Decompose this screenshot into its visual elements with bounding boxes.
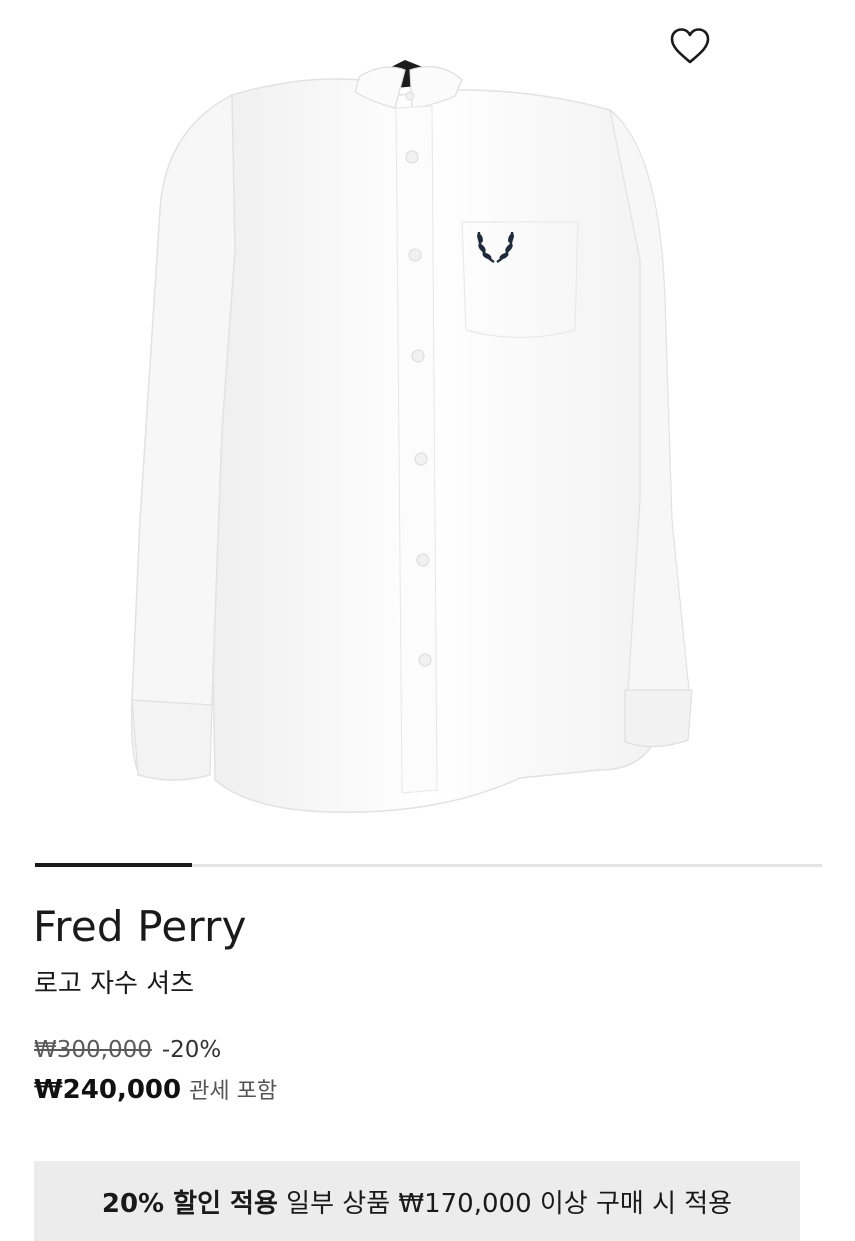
tax-included-note: 관세 포함 [189,1079,278,1104]
original-price: ₩300,000 [34,1037,152,1063]
product-image[interactable] [0,0,855,850]
sale-price-row: ₩240,000 관세 포함 [34,1073,277,1105]
image-carousel-progress [35,863,822,867]
carousel-progress-indicator [35,863,193,867]
sale-price: ₩240,000 [34,1075,182,1105]
discount-rate: -20% [161,1037,222,1063]
promo-detail: 일부 상품 ₩170,000 이상 구매 시 적용 [286,1189,733,1219]
promo-highlight: 20% 할인 적용 [101,1189,278,1219]
product-title: 로고 자수 셔츠 [34,969,195,999]
heart-outline-icon [670,28,710,64]
original-price-row: ₩300,000 -20% [34,1037,221,1063]
product-image-gallery[interactable] [0,0,855,850]
brand-name[interactable]: Fred Perry [33,902,247,951]
wishlist-button[interactable] [666,24,714,68]
promo-banner[interactable]: 20% 할인 적용 일부 상품 ₩170,000 이상 구매 시 적용 [34,1161,800,1241]
